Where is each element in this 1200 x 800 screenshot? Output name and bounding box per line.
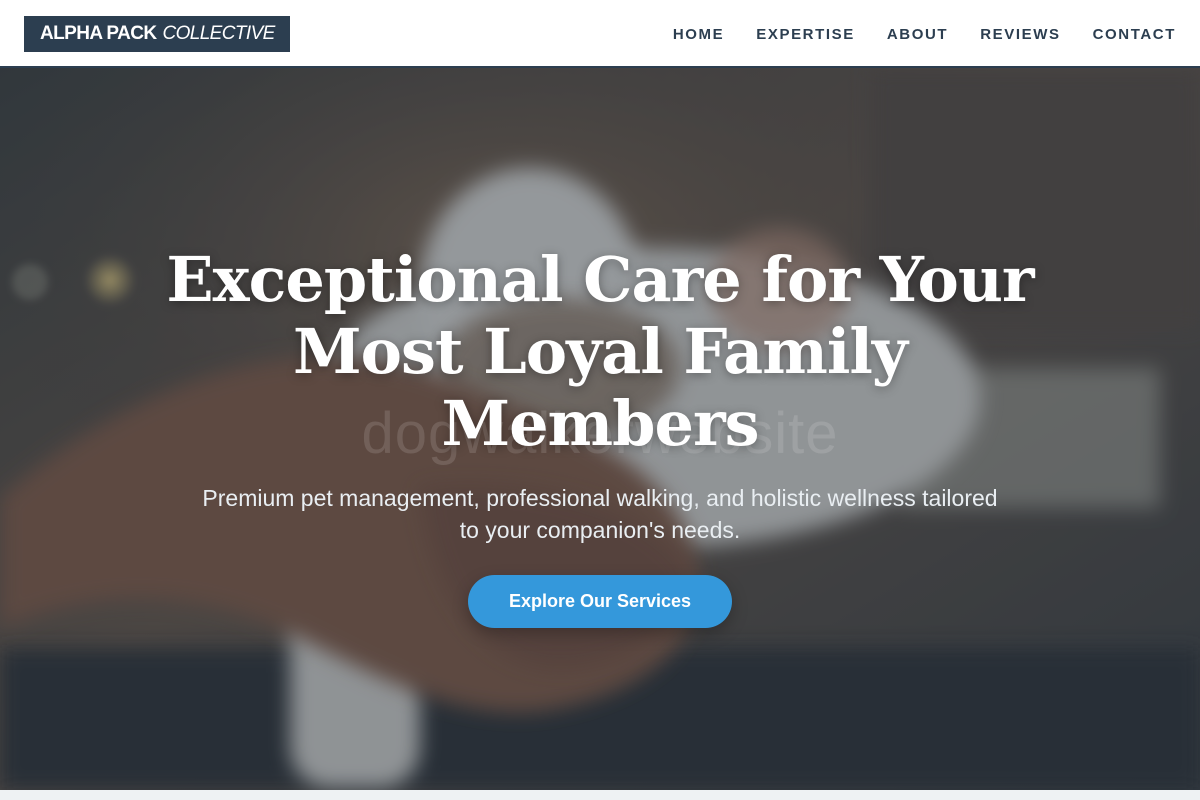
nav-item-expertise[interactable]: EXPERTISE xyxy=(756,26,855,43)
explore-services-button[interactable]: Explore Our Services xyxy=(468,575,732,628)
nav-item-contact[interactable]: CONTACT xyxy=(1093,26,1176,43)
brand-logo[interactable]: ALPHA PACK COLLECTIVE xyxy=(24,16,290,52)
main-nav: HOME EXPERTISE ABOUT REVIEWS CONTACT xyxy=(673,0,1176,68)
site-header: ALPHA PACK COLLECTIVE HOME EXPERTISE ABO… xyxy=(0,0,1200,68)
brand-name-strong: ALPHA PACK xyxy=(40,23,157,44)
hero-section: dogwalkerwebsite Exceptional Care for Yo… xyxy=(0,68,1200,790)
hero-headline: Exceptional Care for Your Most Loyal Fam… xyxy=(166,243,1034,460)
next-section-edge xyxy=(0,790,1200,800)
nav-item-home[interactable]: HOME xyxy=(673,26,724,43)
nav-item-reviews[interactable]: REVIEWS xyxy=(980,26,1060,43)
brand-name-light: COLLECTIVE xyxy=(162,23,275,44)
nav-item-about[interactable]: ABOUT xyxy=(887,26,948,43)
hero-subheadline: Premium pet management, professional wal… xyxy=(202,485,998,543)
